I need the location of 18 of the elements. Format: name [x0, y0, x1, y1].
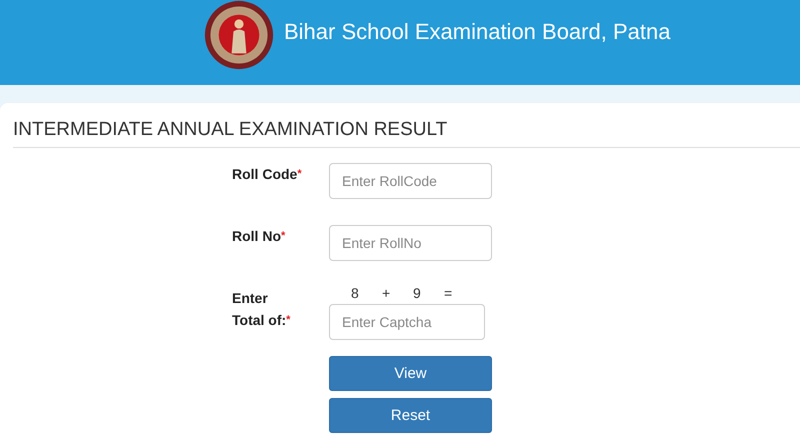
- field-label: Roll No*: [232, 227, 286, 246]
- emblem-icon: [202, 0, 276, 70]
- captcha-token: 8: [351, 285, 360, 303]
- input-field[interactable]: Enter RollNo: [329, 225, 492, 261]
- page-title: INTERMEDIATE ANNUAL EXAMINATION RESULT: [13, 119, 800, 148]
- field-label: Enter Total of:*: [232, 289, 292, 330]
- field-label: Roll Code*: [232, 165, 302, 184]
- view-button[interactable]: View: [329, 356, 492, 391]
- required-mark: *: [297, 168, 302, 180]
- board-title: Bihar School Examination Board, Patna: [284, 19, 670, 45]
- captcha-token: =: [444, 285, 454, 303]
- captcha-token: 9: [413, 285, 422, 303]
- required-mark: *: [286, 314, 290, 326]
- required-mark: *: [281, 230, 286, 242]
- input-field[interactable]: Enter RollCode: [329, 163, 492, 199]
- reset-button[interactable]: Reset: [329, 398, 492, 433]
- input-field[interactable]: Enter Captcha: [329, 304, 485, 340]
- captcha-token: +: [382, 285, 392, 303]
